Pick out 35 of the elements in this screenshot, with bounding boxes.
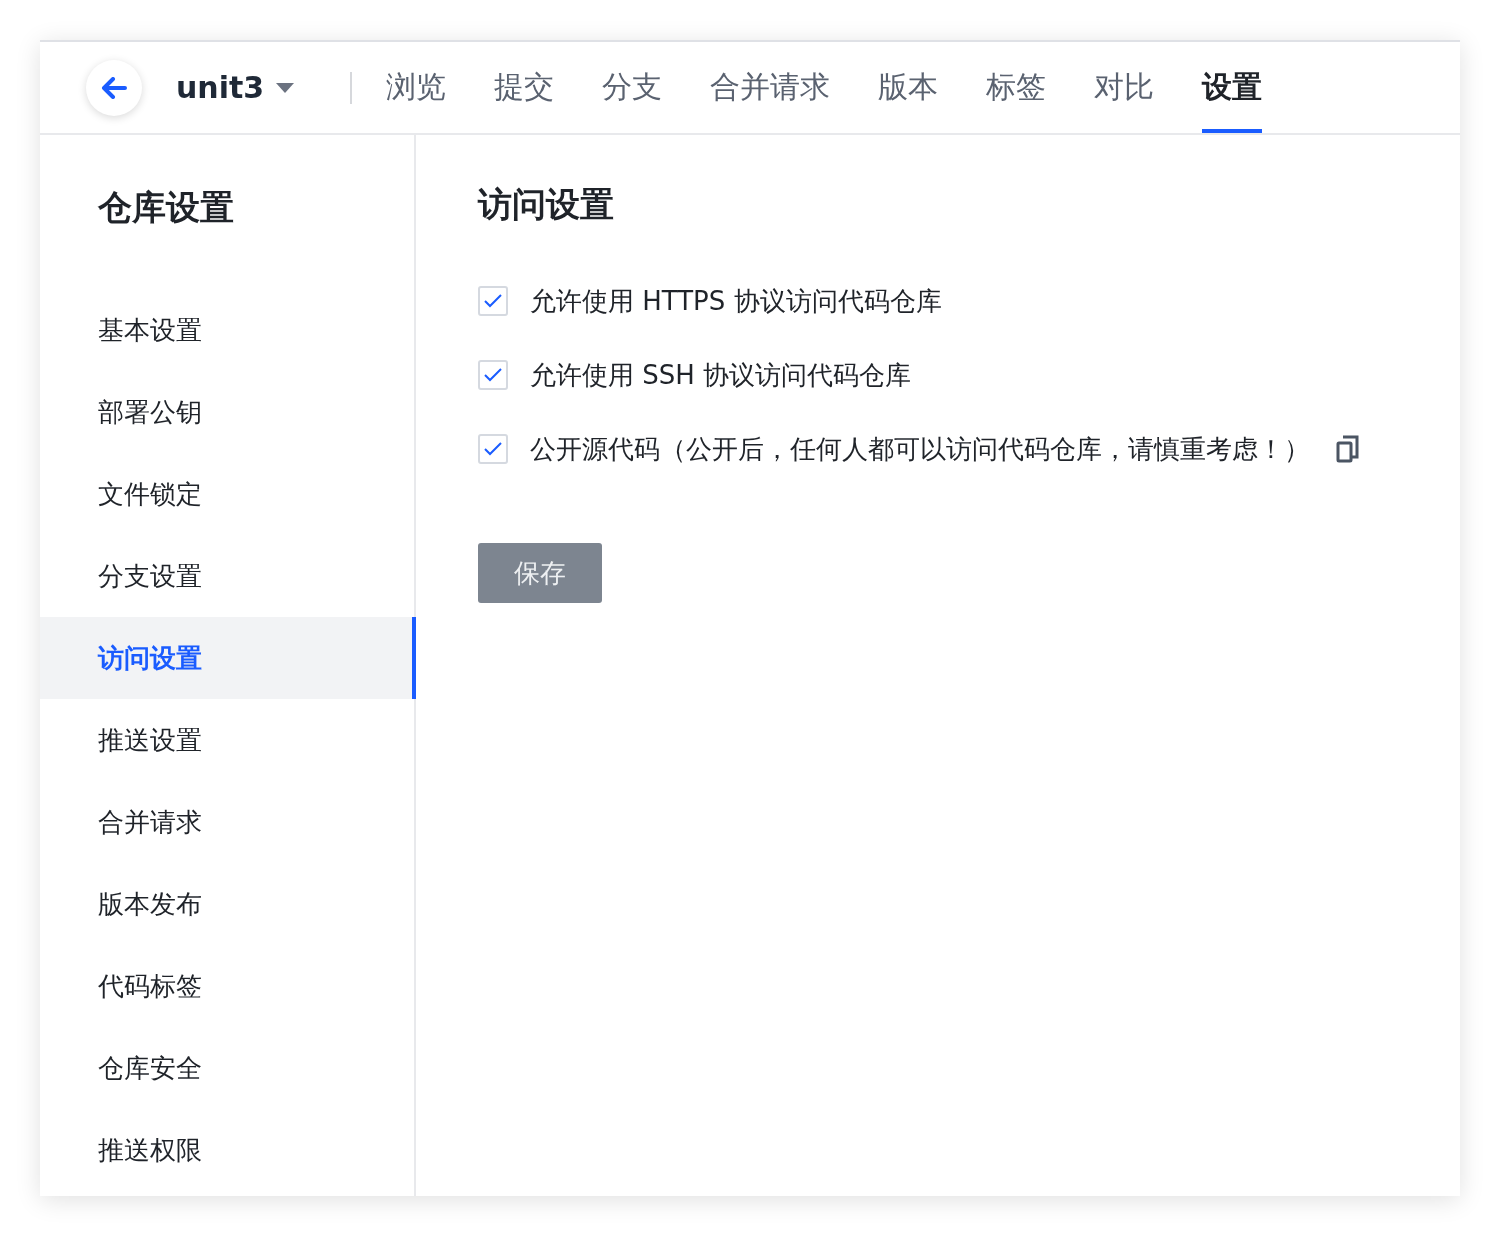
sidebar-item[interactable]: 合并请求 — [40, 781, 414, 863]
section-title: 访问设置 — [478, 183, 615, 226]
nav-tab[interactable]: 对比 — [1094, 42, 1155, 133]
nav-tab[interactable]: 浏览 — [386, 42, 447, 133]
option-label: 允许使用 HTTPS 协议访问代码仓库 — [530, 284, 942, 318]
back-button[interactable] — [86, 59, 142, 116]
nav-tab[interactable]: 合并请求 — [710, 42, 831, 133]
sidebar-item[interactable]: 基本设置 — [40, 289, 414, 371]
sidebar-item[interactable]: 文件锁定 — [40, 453, 414, 535]
back-arrow-icon — [101, 76, 127, 99]
checkmark-icon — [484, 294, 502, 308]
sidebar-item[interactable]: 分支设置 — [40, 535, 414, 617]
sidebar-title: 仓库设置 — [97, 186, 235, 229]
option-label: 公开源代码（公开后，任何人都可以访问代码仓库，请慎重考虑！） — [530, 432, 1310, 466]
checkbox[interactable] — [478, 360, 508, 390]
sidebar-item[interactable]: 代码标签 — [40, 945, 414, 1027]
sidebar-item[interactable]: 部署公钥 — [40, 371, 414, 453]
option-label: 允许使用 SSH 协议访问代码仓库 — [530, 358, 912, 392]
nav-tab[interactable]: 提交 — [494, 42, 555, 133]
checkmark-icon — [484, 368, 502, 382]
checkbox[interactable] — [478, 286, 508, 316]
checkbox[interactable] — [478, 434, 508, 464]
nav-tab[interactable]: 设置 — [1202, 42, 1263, 133]
nav-tab[interactable]: 分支 — [602, 42, 663, 133]
nav-tab[interactable]: 版本 — [878, 42, 939, 133]
checkmark-icon — [484, 442, 502, 456]
sidebar-item[interactable]: 访问设置 — [40, 617, 416, 699]
sidebar-item[interactable]: 推送权限 — [40, 1109, 414, 1191]
caret-icon — [276, 82, 295, 93]
repo-selector[interactable]: unit3 — [176, 70, 295, 105]
sidebar-item[interactable]: 推送设置 — [40, 699, 414, 781]
nav-tab[interactable]: 标签 — [986, 42, 1047, 133]
copy-icon[interactable] — [1336, 435, 1360, 463]
sidebar-item[interactable]: 版本发布 — [40, 863, 414, 945]
sidebar-item[interactable]: 仓库安全 — [40, 1027, 414, 1109]
